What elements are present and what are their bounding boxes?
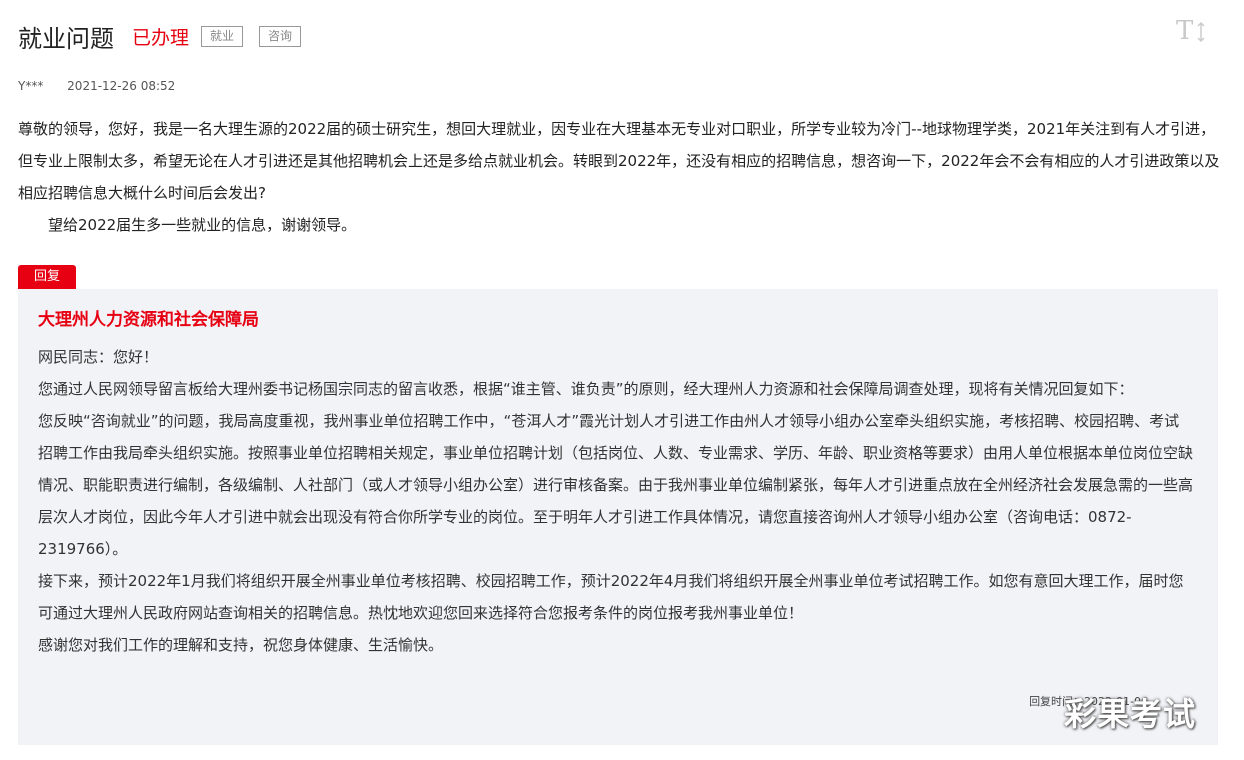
- reply-body: 网民同志：您好！ 您通过人民网领导留言板给大理州委书记杨国宗同志的留言收悉，根据…: [38, 341, 1194, 661]
- question-body: 尊敬的领导，您好，我是一名大理生源的2022届的硕士研究生，想回大理就业，因专业…: [18, 113, 1224, 241]
- reply-department: 大理州人力资源和社会保障局: [38, 310, 259, 330]
- page-title: 就业问题: [18, 24, 114, 53]
- question-paragraph: 尊敬的领导，您好，我是一名大理生源的2022届的硕士研究生，想回大理就业，因专业…: [18, 120, 1220, 202]
- reply-paragraph: 网民同志：您好！: [38, 348, 159, 366]
- reply-badge: 回复: [18, 265, 76, 289]
- author-name: Y***: [18, 79, 44, 93]
- reply-paragraph: 接下来，预计2022年1月我们将组织开展全州事业单位考核招聘、校园招聘工作，预计…: [38, 572, 1184, 622]
- status-label: 已办理: [132, 26, 190, 49]
- tag-employment[interactable]: 就业: [201, 25, 244, 47]
- reply-paragraph: 感谢您对我们工作的理解和支持，祝您身体健康、生活愉快。: [38, 636, 444, 654]
- title-row: 就业问题 已办理 就业 咨询: [18, 18, 302, 54]
- reply-paragraph: 您反映“咨询就业”的问题，我局高度重视，我州事业单位招聘工作中，“苍洱人才”霞光…: [38, 412, 1194, 558]
- resize-arrow-icon: [1197, 22, 1205, 42]
- post-date: 2021-12-26 08:52: [67, 79, 176, 93]
- font-size-toggle-button[interactable]: T: [1174, 16, 1210, 46]
- question-paragraph: 望给2022届生多一些就业的信息，谢谢领导。: [48, 216, 357, 234]
- watermark-logo: 彩果考试: [1064, 695, 1197, 733]
- reply-panel: 大理州人力资源和社会保障局 网民同志：您好！ 您通过人民网领导留言板给大理州委书…: [18, 289, 1218, 745]
- font-size-icon: T: [1176, 16, 1194, 46]
- tag-consultation[interactable]: 咨询: [259, 25, 302, 47]
- message-meta: Y*** 2021-12-26 08:52: [18, 79, 175, 93]
- reply-paragraph: 您通过人民网领导留言板给大理州委书记杨国宗同志的留言收悉，根据“谁主管、谁负责”…: [38, 380, 1134, 398]
